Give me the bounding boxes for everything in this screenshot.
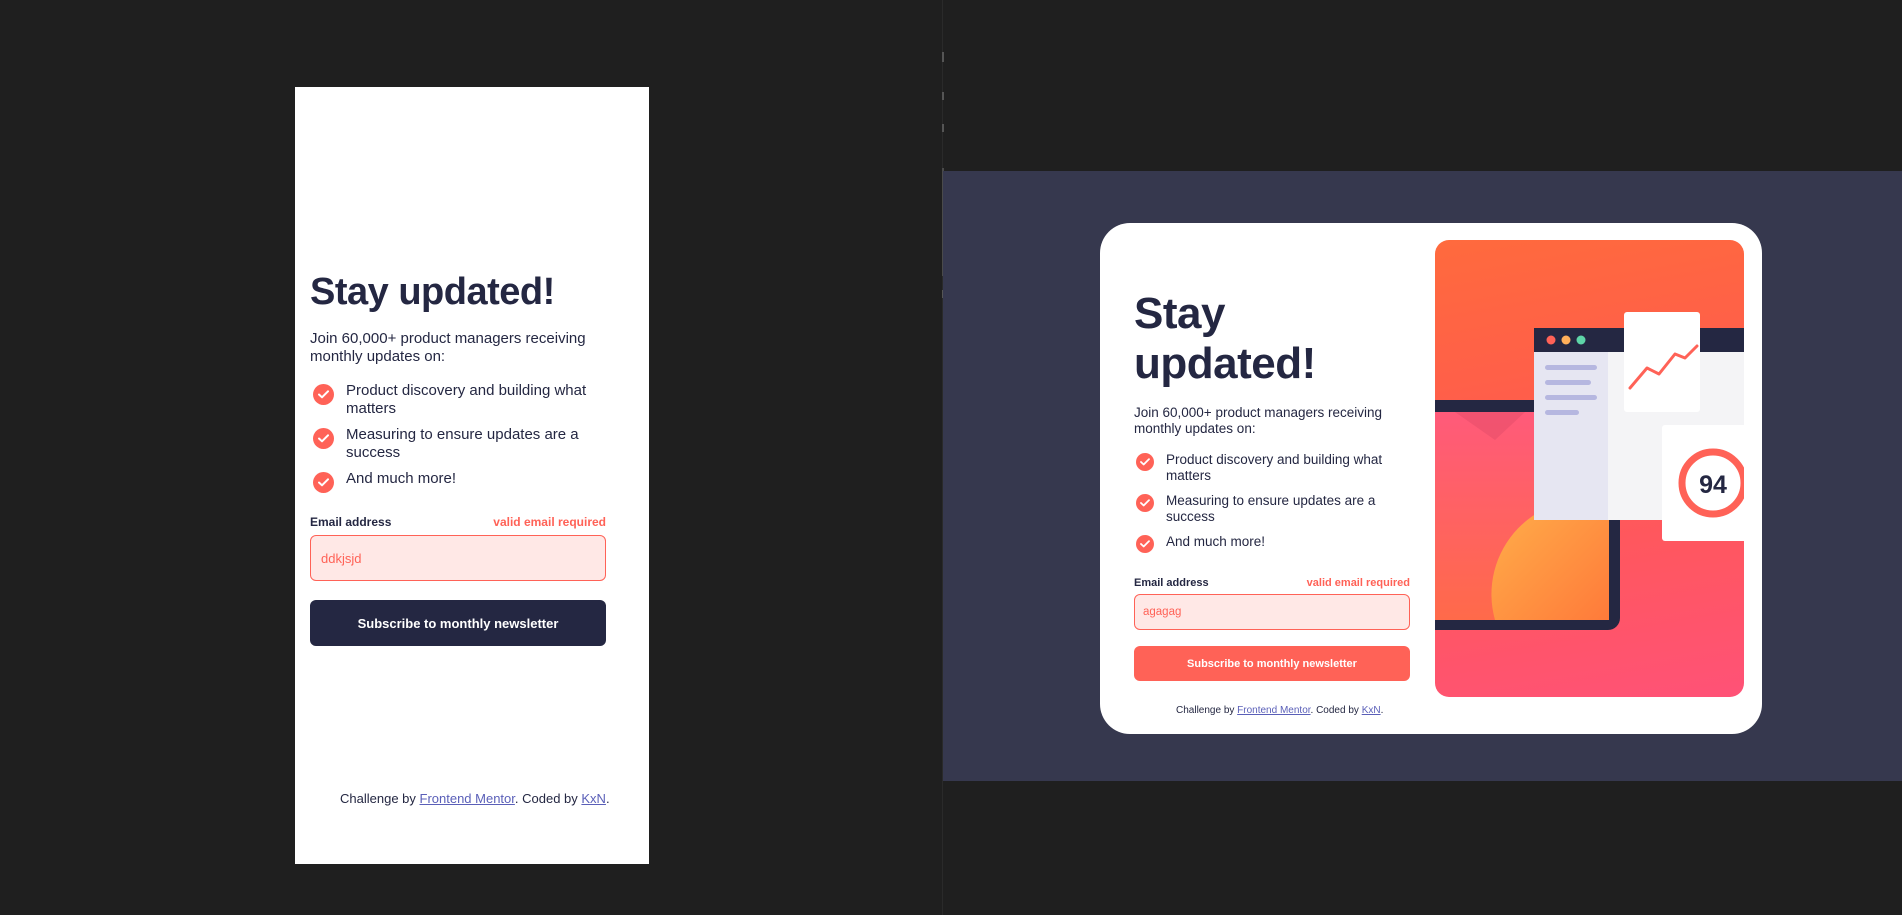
list-item: And much more! (310, 470, 606, 493)
newsletter-content: Stay updated! Join 60,000+ product manag… (1134, 289, 1410, 681)
email-field[interactable]: agagag (1134, 594, 1410, 630)
check-icon (1136, 453, 1154, 471)
chart-card (1624, 312, 1700, 412)
sidebar-line (1545, 395, 1597, 400)
list-item-text: Measuring to ensure updates are a succes… (346, 426, 579, 461)
newsletter-card: Stay updated! Join 60,000+ product manag… (1100, 223, 1762, 734)
frontend-mentor-link[interactable]: Frontend Mentor (1237, 705, 1310, 716)
check-icon (313, 428, 334, 449)
author-link[interactable]: KxN (1362, 705, 1381, 716)
window-dot (1561, 335, 1571, 345)
email-label-row: Email address valid email required (310, 515, 606, 529)
author-link[interactable]: KxN (581, 791, 606, 806)
error-message: valid email required (1306, 577, 1410, 589)
divider-marker (942, 124, 944, 132)
sidebar-line (1545, 410, 1579, 415)
check-icon (313, 472, 334, 493)
page-title: Stay updated! (1134, 289, 1316, 388)
footer-middle: . Coded by (1310, 705, 1362, 716)
footer-suffix: . (1380, 705, 1384, 716)
window-dot (1576, 335, 1586, 345)
footer-prefix: Challenge by (1176, 705, 1238, 716)
email-label: Email address (1134, 577, 1209, 589)
sidebar-panel (1534, 352, 1608, 520)
hero-illustration: 94 (1435, 240, 1744, 697)
window-dot (1546, 335, 1556, 345)
desktop-preview: Stay updated! Join 60,000+ product manag… (943, 171, 1902, 781)
list-item-text: And much more! (1166, 534, 1266, 549)
email-label: Email address (310, 515, 392, 529)
divider-marker (942, 52, 944, 62)
check-icon (313, 384, 334, 405)
list-item: And much more! (1134, 534, 1410, 553)
attribution-footer: Challenge by Frontend Mentor. Coded by K… (340, 791, 610, 806)
footer-prefix: Challenge by (340, 791, 420, 806)
list-item-text: Product discovery and building what matt… (346, 382, 587, 417)
intro-text: Join 60,000+ product managers receiving … (1134, 405, 1383, 436)
list-item: Product discovery and building what matt… (1134, 452, 1410, 484)
feature-list: Product discovery and building what matt… (310, 382, 606, 493)
frontend-mentor-link[interactable]: Frontend Mentor (420, 791, 515, 806)
footer-suffix: . (605, 791, 610, 806)
email-field[interactable]: ddkjsjd (310, 535, 606, 581)
mobile-preview: Stay updated! Join 60,000+ product manag… (295, 87, 649, 864)
subscribe-button[interactable]: Subscribe to monthly newsletter (310, 600, 606, 646)
email-label-row: Email address valid email required (1134, 577, 1410, 589)
list-item: Measuring to ensure updates are a succes… (1134, 493, 1410, 525)
error-message: valid email required (493, 515, 606, 529)
attribution-footer: Challenge by Frontend Mentor. Coded by K… (1176, 705, 1383, 716)
feature-list: Product discovery and building what matt… (1134, 452, 1410, 553)
list-item: Product discovery and building what matt… (310, 382, 606, 418)
divider-marker (942, 92, 944, 100)
list-item: Measuring to ensure updates are a succes… (310, 426, 606, 462)
check-icon (1136, 535, 1154, 553)
list-item-text: Measuring to ensure updates are a succes… (1166, 493, 1376, 524)
footer-middle: . Coded by (514, 791, 582, 806)
subscribe-button[interactable]: Subscribe to monthly newsletter (1134, 646, 1410, 681)
sidebar-line (1545, 365, 1597, 370)
list-item-text: And much more! (346, 470, 457, 487)
illustration-graphic: 94 (1435, 312, 1744, 630)
newsletter-content: Stay updated! Join 60,000+ product manag… (310, 270, 606, 646)
check-icon (1136, 494, 1154, 512)
sidebar-line (1545, 380, 1591, 385)
page-title: Stay updated! (310, 271, 555, 313)
intro-text: Join 60,000+ product managers receiving … (310, 330, 586, 365)
list-item-text: Product discovery and building what matt… (1166, 452, 1383, 483)
score-value: 94 (1699, 471, 1727, 499)
